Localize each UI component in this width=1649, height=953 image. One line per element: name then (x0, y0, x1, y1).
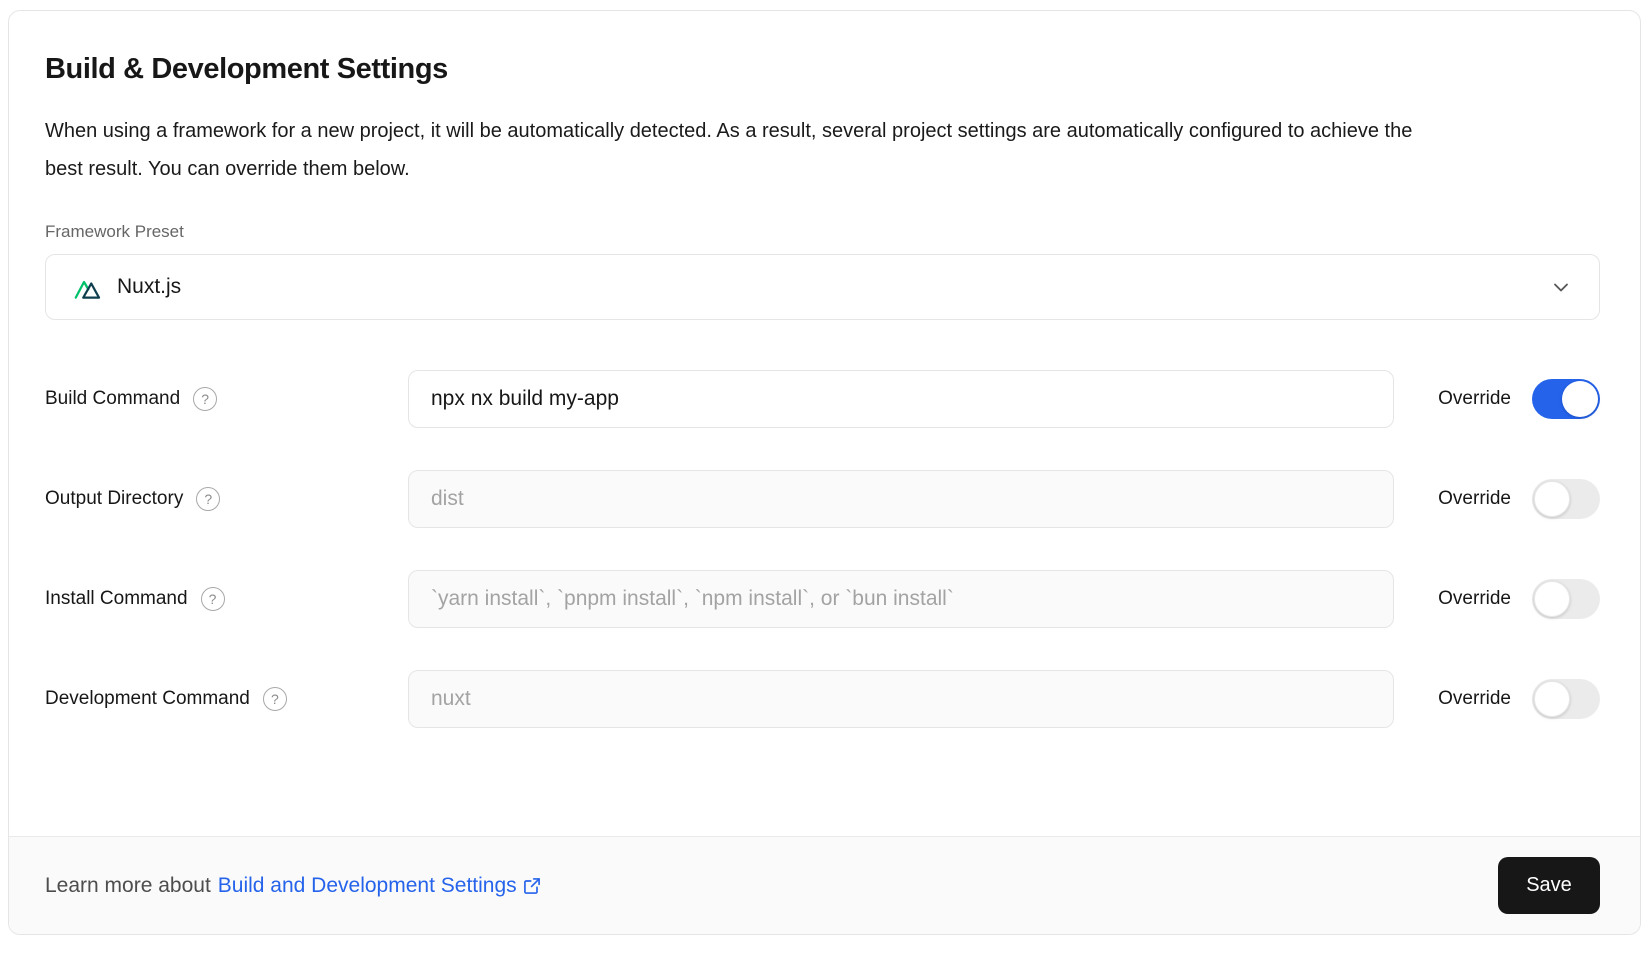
override-label: Override (1438, 588, 1511, 610)
framework-preset-select[interactable]: Nuxt.js (45, 254, 1600, 320)
help-icon[interactable]: ? (193, 387, 217, 411)
install-command-input[interactable] (408, 570, 1394, 628)
output-directory-input[interactable] (408, 470, 1394, 528)
toggle-knob (1562, 381, 1598, 417)
chevron-down-icon (1549, 275, 1573, 299)
build-command-override-toggle[interactable] (1532, 379, 1600, 419)
toggle-knob (1534, 681, 1570, 717)
development-command-label: Development Command (45, 688, 250, 710)
card-body: Build & Development Settings When using … (9, 11, 1640, 836)
override-label: Override (1438, 388, 1511, 410)
help-icon[interactable]: ? (196, 487, 220, 511)
setting-row-install-command: Install Command ? Override (45, 570, 1600, 628)
learn-more-text: Learn more about Build and Development S… (45, 874, 542, 898)
toggle-knob (1534, 581, 1570, 617)
setting-row-output-directory: Output Directory ? Override (45, 470, 1600, 528)
development-command-override-toggle[interactable] (1532, 679, 1600, 719)
card-footer: Learn more about Build and Development S… (9, 836, 1640, 934)
save-button[interactable]: Save (1498, 857, 1600, 914)
panel-description: When using a framework for a new project… (45, 112, 1445, 188)
setting-row-build-command: Build Command ? Override (45, 370, 1600, 428)
build-settings-docs-link[interactable]: Build and Development Settings (218, 874, 542, 898)
development-command-label-group: Development Command ? (45, 687, 408, 711)
install-command-label-group: Install Command ? (45, 587, 408, 611)
settings-list: Build Command ? Override Output Director… (45, 370, 1600, 728)
help-icon[interactable]: ? (263, 687, 287, 711)
build-command-label-group: Build Command ? (45, 387, 408, 411)
output-directory-label-group: Output Directory ? (45, 487, 408, 511)
output-directory-override-toggle[interactable] (1532, 479, 1600, 519)
output-directory-override: Override (1438, 479, 1600, 519)
setting-row-development-command: Development Command ? Override (45, 670, 1600, 728)
help-icon[interactable]: ? (201, 587, 225, 611)
page-title: Build & Development Settings (45, 53, 1600, 86)
install-command-override: Override (1438, 579, 1600, 619)
build-command-input[interactable] (408, 370, 1394, 428)
output-directory-label: Output Directory (45, 488, 183, 510)
install-command-label: Install Command (45, 588, 188, 610)
external-link-icon (522, 876, 542, 896)
framework-preset-value: Nuxt.js (117, 275, 181, 299)
override-label: Override (1438, 688, 1511, 710)
build-command-label: Build Command (45, 388, 180, 410)
override-label: Override (1438, 488, 1511, 510)
install-command-override-toggle[interactable] (1532, 579, 1600, 619)
learn-more-prefix: Learn more about (45, 874, 211, 898)
docs-link-text: Build and Development Settings (218, 874, 517, 898)
build-command-override: Override (1438, 379, 1600, 419)
nuxt-logo-icon (73, 272, 103, 302)
framework-preset-label: Framework Preset (45, 222, 1600, 242)
development-command-override: Override (1438, 679, 1600, 719)
build-settings-card: Build & Development Settings When using … (8, 10, 1641, 935)
toggle-knob (1534, 481, 1570, 517)
development-command-input[interactable] (408, 670, 1394, 728)
